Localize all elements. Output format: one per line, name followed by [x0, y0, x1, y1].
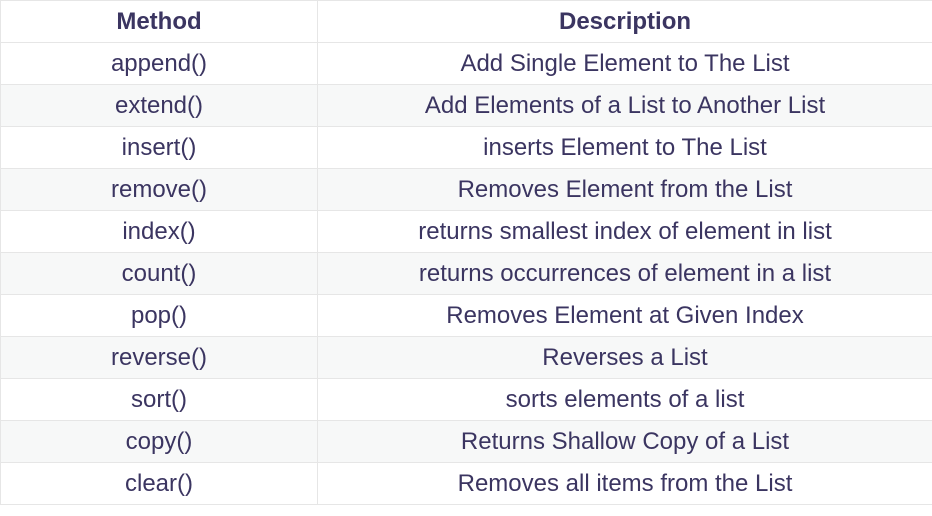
method-cell: reverse() [0, 336, 318, 379]
description-cell: Removes Element from the List [317, 168, 932, 211]
table-header: Method Description [0, 0, 932, 43]
method-cell: copy() [0, 420, 318, 463]
table-row: append() Add Single Element to The List [0, 42, 932, 85]
description-cell: Returns Shallow Copy of a List [317, 420, 932, 463]
method-cell: extend() [0, 84, 318, 127]
description-cell: Add Elements of a List to Another List [317, 84, 932, 127]
method-cell: clear() [0, 462, 318, 505]
list-methods-table: Method Description append() Add Single E… [0, 0, 932, 505]
table-row: insert() inserts Element to The List [0, 126, 932, 169]
table-row: extend() Add Elements of a List to Anoth… [0, 84, 932, 127]
description-cell: Removes all items from the List [317, 462, 932, 505]
table-row: index() returns smallest index of elemen… [0, 210, 932, 253]
method-cell: pop() [0, 294, 318, 337]
description-cell: returns smallest index of element in lis… [317, 210, 932, 253]
method-cell: sort() [0, 378, 318, 421]
method-cell: index() [0, 210, 318, 253]
description-cell: Add Single Element to The List [317, 42, 932, 85]
method-cell: append() [0, 42, 318, 85]
header-method: Method [0, 0, 318, 43]
table-row: pop() Removes Element at Given Index [0, 294, 932, 337]
table-row: clear() Removes all items from the List [0, 462, 932, 505]
table-row: remove() Removes Element from the List [0, 168, 932, 211]
description-cell: inserts Element to The List [317, 126, 932, 169]
header-description: Description [317, 0, 932, 43]
table-row: copy() Returns Shallow Copy of a List [0, 420, 932, 463]
table-body: append() Add Single Element to The List … [0, 42, 932, 505]
table-row: count() returns occurrences of element i… [0, 252, 932, 295]
table-row: reverse() Reverses a List [0, 336, 932, 379]
description-cell: returns occurrences of element in a list [317, 252, 932, 295]
header-row: Method Description [0, 0, 932, 43]
description-cell: Reverses a List [317, 336, 932, 379]
method-cell: insert() [0, 126, 318, 169]
method-cell: remove() [0, 168, 318, 211]
description-cell: Removes Element at Given Index [317, 294, 932, 337]
table-row: sort() sorts elements of a list [0, 378, 932, 421]
description-cell: sorts elements of a list [317, 378, 932, 421]
method-cell: count() [0, 252, 318, 295]
